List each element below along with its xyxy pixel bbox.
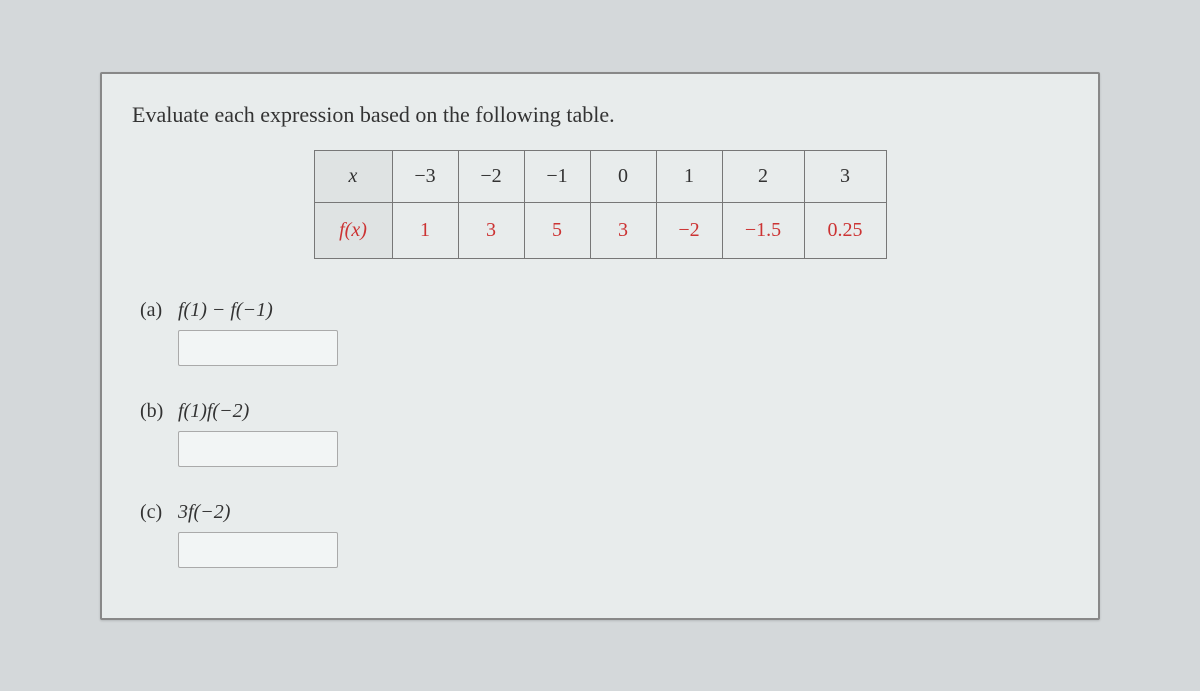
x-value: 1 bbox=[656, 150, 722, 202]
questions-section: (a) f(1) − f(−1) (b) f(1)f(−2) (c) 3f(−2… bbox=[132, 299, 1068, 578]
instruction-text: Evaluate each expression based on the fo… bbox=[132, 102, 1068, 128]
question-c: (c) 3f(−2) bbox=[140, 501, 1068, 524]
fx-value: 5 bbox=[524, 202, 590, 258]
fx-value: 1 bbox=[392, 202, 458, 258]
fx-value: 0.25 bbox=[804, 202, 886, 258]
fx-value: −2 bbox=[656, 202, 722, 258]
x-value: 0 bbox=[590, 150, 656, 202]
x-value: −3 bbox=[392, 150, 458, 202]
x-value: −1 bbox=[524, 150, 590, 202]
answer-input-a[interactable] bbox=[178, 330, 338, 366]
table-container: x −3 −2 −1 0 1 2 3 f(x) 1 3 5 3 −2 −1.5 … bbox=[132, 150, 1068, 259]
question-expression: 3f(−2) bbox=[178, 501, 230, 524]
question-label: (c) bbox=[140, 501, 178, 524]
x-value: −2 bbox=[458, 150, 524, 202]
x-value: 3 bbox=[804, 150, 886, 202]
table-row: x −3 −2 −1 0 1 2 3 bbox=[314, 150, 886, 202]
fx-value: 3 bbox=[458, 202, 524, 258]
question-expression: f(1)f(−2) bbox=[178, 400, 249, 423]
x-header: x bbox=[314, 150, 392, 202]
question-label: (b) bbox=[140, 400, 178, 423]
question-b: (b) f(1)f(−2) bbox=[140, 400, 1068, 423]
function-table: x −3 −2 −1 0 1 2 3 f(x) 1 3 5 3 −2 −1.5 … bbox=[314, 150, 887, 259]
question-label: (a) bbox=[140, 299, 178, 322]
x-value: 2 bbox=[722, 150, 804, 202]
fx-value: 3 bbox=[590, 202, 656, 258]
question-a: (a) f(1) − f(−1) bbox=[140, 299, 1068, 322]
answer-input-b[interactable] bbox=[178, 431, 338, 467]
question-expression: f(1) − f(−1) bbox=[178, 299, 273, 322]
table-row: f(x) 1 3 5 3 −2 −1.5 0.25 bbox=[314, 202, 886, 258]
fx-value: −1.5 bbox=[722, 202, 804, 258]
fx-header: f(x) bbox=[314, 202, 392, 258]
answer-input-c[interactable] bbox=[178, 532, 338, 568]
problem-card: Evaluate each expression based on the fo… bbox=[100, 72, 1100, 620]
